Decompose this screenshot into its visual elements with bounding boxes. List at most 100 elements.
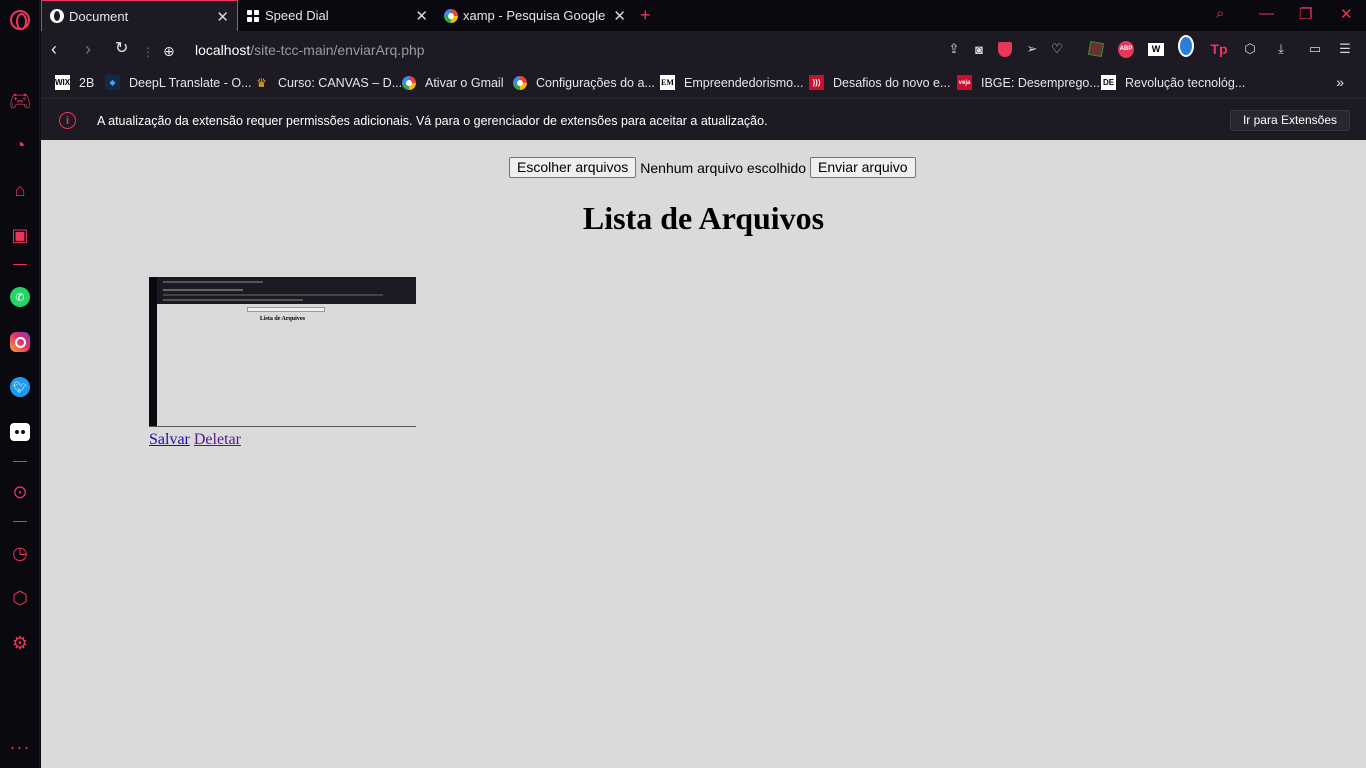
- instagram-icon[interactable]: [8, 330, 32, 354]
- grid-icon: [246, 9, 260, 23]
- tab-document[interactable]: Document ✕: [41, 0, 238, 31]
- extensions-cube-icon[interactable]: ⬡: [8, 586, 32, 610]
- twitter-icon[interactable]: 🐦︎: [8, 375, 32, 399]
- upload-form: Escolher arquivos Nenhum arquivo escolhi…: [509, 157, 916, 178]
- bookmark-item[interactable]: ))) Desafios do novo e...: [809, 75, 950, 90]
- battery-icon[interactable]: ▭: [1307, 41, 1323, 57]
- thumbnail-tab-line: [163, 281, 263, 283]
- url-field[interactable]: localhost/site-tcc-main/enviarArq.php: [195, 42, 425, 58]
- bookmark-label: IBGE: Desemprego...: [981, 75, 1100, 90]
- file-thumbnail-image: Lista de Arquivos: [149, 277, 416, 427]
- go-to-extensions-button[interactable]: Ir para Extensões: [1229, 110, 1350, 131]
- bookmark-item[interactable]: ♛ Curso: CANVAS – D...: [254, 75, 402, 90]
- download-icon[interactable]: ⤓: [1273, 41, 1289, 57]
- notification-message: A atualização da extensão requer permiss…: [97, 114, 768, 128]
- em-icon: EM: [660, 75, 675, 90]
- close-icon[interactable]: ✕: [415, 7, 428, 25]
- shield-adblock-icon[interactable]: [997, 41, 1013, 57]
- bookmark-label: Curso: CANVAS – D...: [278, 75, 403, 90]
- bookmark-item[interactable]: Configurações do a...: [512, 75, 655, 90]
- veja-icon: veja: [957, 75, 972, 90]
- no-file-label: Nenhum arquivo escolhido: [640, 159, 807, 176]
- thumbnail-bookmarks-line: [163, 294, 383, 296]
- google-icon: [401, 75, 416, 90]
- reload-icon[interactable]: ↻: [115, 39, 128, 59]
- google-icon: [512, 75, 527, 90]
- close-icon[interactable]: ✕: [613, 7, 626, 25]
- restore-icon[interactable]: ❐: [1299, 5, 1312, 23]
- history-clock-icon[interactable]: ◷: [8, 541, 32, 565]
- whatsapp-icon[interactable]: ✆: [8, 285, 32, 309]
- delete-link[interactable]: Deletar: [194, 431, 241, 448]
- site-info-globe-icon[interactable]: ⊕: [163, 41, 175, 61]
- search-tabs-icon[interactable]: ⌕: [1216, 5, 1224, 22]
- page-title: Lista de Arquivos: [582, 200, 825, 236]
- thumbnail-form: [247, 307, 325, 312]
- extension-notification: i A atualização da extensão requer permi…: [41, 98, 1366, 140]
- bookmark-item[interactable]: DE Revolução tecnológ...: [1101, 75, 1245, 90]
- file-actions: Salvar Deletar: [149, 431, 241, 449]
- settings-gear-icon[interactable]: ⚙: [8, 631, 32, 655]
- bookmark-label: Ativar o Gmail: [425, 75, 504, 90]
- close-icon[interactable]: ✕: [216, 8, 229, 26]
- w-extension-icon[interactable]: W: [1148, 41, 1164, 57]
- thumbnail-sidebar: [149, 277, 157, 426]
- globe-icon: [50, 9, 64, 23]
- curso-icon: ♛: [256, 75, 267, 90]
- bookmark-label: Configurações do a...: [536, 75, 655, 90]
- de-icon: DE: [1101, 75, 1116, 90]
- bookmark-label: Revolução tecnológ...: [1125, 75, 1246, 90]
- bookmark-label: 2B: [79, 75, 95, 90]
- twitch-icon[interactable]: ▣: [8, 223, 32, 247]
- bookmark-item[interactable]: EM Empreendedorismo...: [660, 75, 804, 90]
- info-icon: i: [59, 112, 76, 129]
- choose-files-button[interactable]: Escolher arquivos: [509, 157, 637, 178]
- save-link[interactable]: Salvar: [149, 431, 190, 448]
- minimize-icon[interactable]: —: [1259, 5, 1274, 22]
- back-icon[interactable]: ‹: [51, 39, 57, 59]
- bookmark-item[interactable]: ◆ DeepL Translate - O...: [105, 75, 252, 90]
- gamepad-icon[interactable]: 🎮︎: [8, 89, 32, 113]
- cube-icon[interactable]: ⬡: [1242, 41, 1258, 57]
- tab-google-search[interactable]: xamp - Pesquisa Google ✕: [436, 0, 634, 31]
- tab-speed-dial[interactable]: Speed Dial ✕: [238, 0, 436, 31]
- easy-setup-icon[interactable]: ☰: [1337, 41, 1353, 57]
- blue-extension-icon[interactable]: [1178, 35, 1194, 57]
- extension-cube-icon[interactable]: [1087, 40, 1105, 58]
- sidebar-divider: [13, 521, 27, 522]
- desafios-icon: ))): [809, 75, 824, 90]
- bookmark-item[interactable]: veja IBGE: Desemprego...: [957, 75, 1100, 90]
- heart-icon[interactable]: ♡: [1049, 41, 1065, 57]
- tp-extension-icon[interactable]: Tp: [1210, 41, 1227, 57]
- tab-strip: Document ✕ Speed Dial ✕ xamp - Pesquisa …: [41, 0, 1366, 31]
- separator-dots-icon: ⋮: [142, 45, 154, 59]
- player-icon[interactable]: ⊙: [8, 480, 32, 504]
- forward-icon[interactable]: ›: [85, 39, 91, 59]
- more-options-icon[interactable]: ···: [8, 735, 32, 759]
- bookmarks-bar: WIX 2B ◆ DeepL Translate - O... ♛ Curso: CA…: [41, 69, 1366, 98]
- google-icon: [444, 8, 458, 23]
- bookmark-label: DeepL Translate - O...: [129, 75, 252, 90]
- sidebar-divider: [13, 461, 27, 462]
- share-icon[interactable]: ⇪: [946, 41, 962, 57]
- bookmark-item[interactable]: Ativar o Gmail: [401, 75, 504, 90]
- tab-title: Document: [69, 8, 129, 24]
- speedometer-icon[interactable]: ◔: [8, 133, 32, 157]
- address-bar: ‹ › ↻ ⋮ ⊕ localhost/site-tcc-main/enviar…: [41, 31, 1366, 69]
- send-icon[interactable]: ➢: [1024, 41, 1040, 57]
- camera-icon[interactable]: ◙: [971, 41, 987, 57]
- new-tab-plus-icon[interactable]: +: [640, 5, 651, 26]
- discord-icon[interactable]: [8, 420, 32, 444]
- thumbnail-notice-line: [163, 299, 303, 301]
- bag-icon[interactable]: ⌂: [8, 178, 32, 202]
- opera-logo-icon[interactable]: [8, 8, 32, 32]
- bookmarks-overflow-chevron-icon[interactable]: »: [1336, 74, 1344, 90]
- sidebar: 🎮︎ ◔ ⌂ ▣ ✆ 🐦︎ ⊙ ◷ ⬡ ⚙ ···: [0, 0, 40, 768]
- url-path: /site-tcc-main/enviarArq.php: [250, 42, 425, 58]
- adblock-plus-icon[interactable]: ABP: [1118, 40, 1134, 58]
- bookmark-item[interactable]: WIX 2B: [55, 75, 94, 90]
- submit-file-button[interactable]: Enviar arquivo: [810, 157, 916, 178]
- window-close-icon[interactable]: ✕: [1340, 5, 1353, 23]
- thumbnail-url-line: [163, 289, 243, 291]
- url-host: localhost: [195, 42, 251, 58]
